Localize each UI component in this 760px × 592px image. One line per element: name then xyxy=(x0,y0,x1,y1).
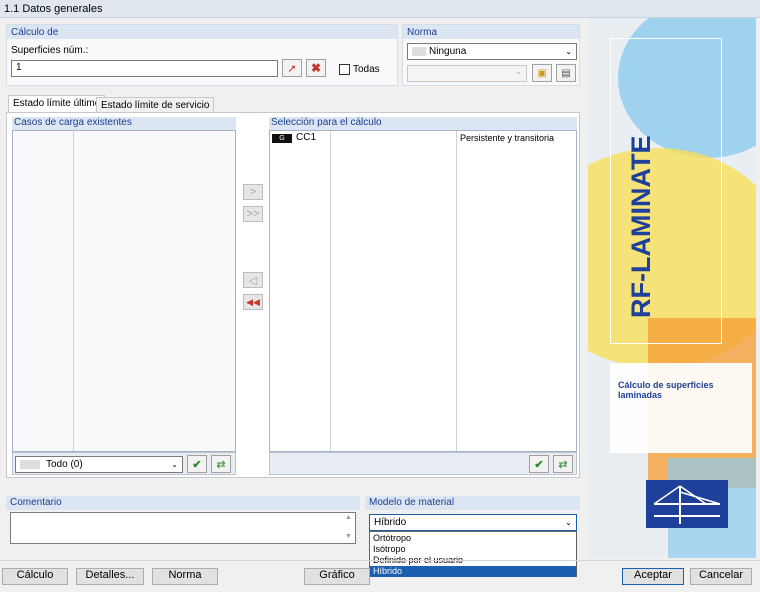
casos-filter-select[interactable]: Todo (0) ⌄ xyxy=(15,456,183,473)
superficies-label: Superficies núm.: xyxy=(11,45,89,56)
description-box xyxy=(610,363,752,453)
delete-icon: ✖ xyxy=(310,61,322,75)
cancelar-button[interactable]: Cancelar xyxy=(690,568,752,585)
chevron-down-icon: ⌄ xyxy=(171,460,178,469)
check-icon: ✔ xyxy=(192,458,202,471)
edit-table-icon: ▤ xyxy=(561,67,571,79)
casos-check-button[interactable]: ✔ xyxy=(187,455,207,473)
detalles-button[interactable]: Detalles... xyxy=(76,568,144,585)
column-divider xyxy=(73,131,74,451)
modelo-header: Modelo de material xyxy=(365,496,580,510)
aceptar-button[interactable]: Aceptar xyxy=(622,568,684,585)
load-case-id: CC1 xyxy=(296,132,317,143)
calculo-header: Cálculo de xyxy=(7,25,397,39)
norma-select[interactable]: Ninguna ⌄ xyxy=(407,43,577,60)
todas-checkbox[interactable] xyxy=(339,64,350,75)
casos-header: Casos de carga existentes xyxy=(12,117,236,130)
filter-swatch xyxy=(20,460,40,469)
new-folder-icon: ▣ xyxy=(537,67,547,79)
column-divider xyxy=(456,131,457,451)
norma-annex-select[interactable]: ⌄ xyxy=(407,65,527,82)
remove-all-button[interactable]: ◀◀ xyxy=(243,294,263,310)
calculo-group: Cálculo de Superficies núm.: 1 ➚ ✖ Todas xyxy=(6,24,398,86)
norma-group: Norma Ninguna ⌄ ⌄ ▣ ▤ xyxy=(402,24,580,86)
add-button[interactable]: > xyxy=(243,184,263,200)
product-title: RF-LAMINATE xyxy=(626,135,656,318)
comentario-header: Comentario xyxy=(6,496,360,510)
window-title: 1.1 Datos generales xyxy=(0,0,760,18)
modelo-option-ortotropo[interactable]: Ortótropo xyxy=(370,533,576,544)
modelo-dropdown-list[interactable]: Ortótropo Isótropo Definido por el usuar… xyxy=(369,531,577,577)
seleccion-check-button[interactable]: ✔ xyxy=(529,455,549,473)
norma-selected: Ninguna xyxy=(429,46,467,57)
casos-swap-button[interactable]: ⇄ xyxy=(211,455,231,473)
pick-surface-button[interactable]: ➚ xyxy=(282,59,302,77)
casos-filter-value: Todo (0) xyxy=(46,459,83,470)
seleccion-swap-button[interactable]: ⇄ xyxy=(553,455,573,473)
scroll-down-icon[interactable]: ▼ xyxy=(345,533,352,540)
calculo-button[interactable]: Cálculo xyxy=(2,568,68,585)
casos-list[interactable] xyxy=(12,130,236,452)
chevron-down-icon: ⌄ xyxy=(565,47,572,56)
column-divider xyxy=(330,131,331,451)
seleccion-header: Selección para el cálculo xyxy=(269,117,577,130)
modelo-select[interactable]: Híbrido ⌄ xyxy=(369,514,577,531)
grafico-button[interactable]: Gráfico xyxy=(304,568,370,585)
chevron-down-icon: ⌄ xyxy=(565,518,572,527)
swap-icon: ⇄ xyxy=(216,458,226,471)
modelo-option-hibrido[interactable]: Híbrido xyxy=(370,566,576,577)
modelo-option-isotropo[interactable]: Isótropo xyxy=(370,544,576,555)
new-annex-button[interactable]: ▣ xyxy=(532,64,552,82)
pointer-icon: ➚ xyxy=(287,62,297,75)
superficies-input[interactable]: 1 xyxy=(11,60,278,77)
seleccion-list[interactable]: G CC1 Persistente y transitoria xyxy=(269,130,577,452)
table-row[interactable]: G CC1 Persistente y transitoria xyxy=(270,132,576,145)
load-case-type: Persistente y transitoria xyxy=(460,133,555,143)
clear-surface-button[interactable]: ✖ xyxy=(306,59,326,77)
chevron-down-icon: ⌄ xyxy=(515,67,522,76)
footer-divider xyxy=(0,560,760,561)
logo-icon xyxy=(646,480,728,528)
add-all-button[interactable]: >> xyxy=(243,206,263,222)
comentario-textarea[interactable] xyxy=(10,512,356,544)
edit-annex-button[interactable]: ▤ xyxy=(556,64,576,82)
todas-label: Todas xyxy=(353,64,380,75)
norma-header: Norma xyxy=(403,25,579,39)
check-icon: ✔ xyxy=(534,458,544,471)
category-badge: G xyxy=(272,134,292,143)
norma-swatch xyxy=(412,47,426,56)
swap-icon: ⇄ xyxy=(558,458,568,471)
norma-button[interactable]: Norma xyxy=(152,568,218,585)
remove-button[interactable]: ◁ xyxy=(243,272,263,288)
product-banner: RF-LAMINATE Cálculo de superficies lamin… xyxy=(588,18,756,558)
scroll-up-icon[interactable]: ▲ xyxy=(345,514,352,521)
modelo-selected: Híbrido xyxy=(374,517,407,528)
product-description: Cálculo de superficies laminadas xyxy=(618,380,714,400)
